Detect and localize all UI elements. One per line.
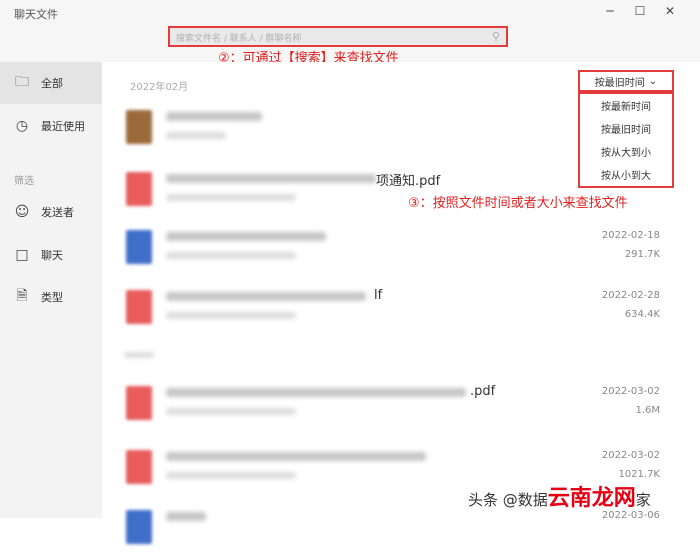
file-date: 2022-03-02 (601, 386, 660, 397)
file-size: 634.4K (624, 309, 660, 320)
file-name-blurred (166, 512, 206, 521)
sidebar-item-label: 全部 (41, 77, 63, 90)
watermark-prefix: 头条 @数据 (468, 491, 548, 509)
file-meta-blurred (166, 252, 296, 259)
watermark-brand: 云南龙网 (547, 486, 636, 511)
chevron-down-icon: ⌄ (648, 75, 658, 87)
sort-option-size-desc[interactable]: 按从大到小 (580, 140, 672, 163)
file-name-blurred (166, 388, 466, 397)
file-date: 2022-03-02 (601, 450, 660, 461)
pdf-file-icon (126, 290, 152, 324)
file-name-blurred (166, 174, 376, 183)
sidebar-item-label: 类型 (41, 291, 63, 304)
search-input[interactable]: 搜索文件名 / 联系人 / 群聊名称 ⚲ (168, 26, 508, 47)
sidebar-item-label: 最近使用 (41, 120, 85, 133)
file-name: .pdf (470, 384, 496, 399)
watermark: 头条 @数据云南龙网家 (468, 480, 651, 512)
file-name-blurred (166, 452, 426, 461)
file-size: 1.6M (635, 405, 660, 416)
sidebar-item-label: 聊天 (41, 249, 63, 262)
date-group-header: 2022年02月 (130, 82, 189, 93)
date-group-header-blurred (124, 352, 154, 358)
pdf-file-icon (126, 386, 152, 420)
archive-file-icon (126, 110, 152, 144)
file-meta-blurred (166, 408, 296, 415)
file-row[interactable]: 2022-03-06 (120, 506, 680, 556)
file-size: 1021.7K (618, 469, 660, 480)
watermark-suffix: 家 (635, 491, 651, 509)
file-name-blurred (166, 112, 262, 121)
folder-icon: 🗀 (15, 74, 29, 90)
sidebar-item-label: 发送者 (41, 206, 74, 219)
file-meta-blurred (166, 132, 226, 139)
search-placeholder: 搜索文件名 / 联系人 / 群聊名称 (176, 34, 302, 44)
sidebar: 🗀 全部 ◷ 最近使用 筛选 ☺ 发送者 □ 聊天 🗎 类型 (0, 62, 102, 518)
close-icon[interactable]: ✕ (660, 2, 680, 20)
doc-file-icon (126, 230, 152, 264)
filter-section-title: 筛选 (14, 176, 34, 187)
file-meta-blurred (166, 472, 296, 479)
sidebar-item-chat[interactable]: □ 聊天 (0, 234, 102, 276)
file-name-blurred (166, 292, 366, 301)
file-name: 项通知.pdf (376, 174, 441, 189)
window-controls: ─ ☐ ✕ (600, 2, 680, 20)
app-title: 聊天文件 (14, 8, 58, 21)
sort-option-newest[interactable]: 按最新时间 (580, 94, 672, 117)
person-icon: ☺ (14, 204, 30, 220)
sort-selected-label: 按最旧时间 (594, 77, 645, 89)
file-list-panel: 2022年02月 项通知.pdf 2022-02-18 291.7K lf 20… (102, 62, 700, 544)
pdf-file-icon (126, 450, 152, 484)
sidebar-item-type[interactable]: 🗎 类型 (0, 276, 102, 318)
file-meta-blurred (166, 312, 296, 319)
file-date: 2022-02-18 (601, 230, 660, 241)
sort-option-oldest[interactable]: 按最旧时间 (580, 117, 672, 140)
clock-icon: ◷ (15, 118, 29, 134)
maximize-icon[interactable]: ☐ (630, 2, 650, 20)
file-row[interactable]: lf 2022-02-28 634.4K (120, 286, 680, 336)
doc-file-icon (126, 510, 152, 544)
sort-annotation: ③：按照文件时间或者大小来查找文件 (408, 196, 628, 211)
file-meta-blurred (166, 194, 296, 201)
sidebar-item-sender[interactable]: ☺ 发送者 (0, 191, 102, 233)
pdf-file-icon (126, 172, 152, 206)
file-name-blurred (166, 232, 326, 241)
sidebar-item-recent[interactable]: ◷ 最近使用 (0, 105, 102, 147)
file-date: 2022-02-28 (601, 290, 660, 301)
search-icon[interactable]: ⚲ (492, 30, 500, 43)
sort-option-size-asc[interactable]: 按从小到大 (580, 163, 672, 186)
chat-icon: □ (15, 247, 29, 263)
file-row[interactable]: 2022-02-18 291.7K (120, 226, 680, 276)
minimize-icon[interactable]: ─ (600, 2, 620, 20)
document-icon: 🗎 (16, 288, 28, 304)
sidebar-item-all[interactable]: 🗀 全部 (0, 62, 102, 104)
file-row[interactable]: .pdf 2022-03-02 1.6M (120, 382, 680, 432)
file-name: lf (374, 288, 383, 303)
sort-dropdown-button[interactable]: 按最旧时间 ⌄ (578, 70, 674, 92)
sort-dropdown-menu: 按最新时间 按最旧时间 按从大到小 按从小到大 (578, 92, 674, 188)
file-size: 291.7K (624, 249, 660, 260)
